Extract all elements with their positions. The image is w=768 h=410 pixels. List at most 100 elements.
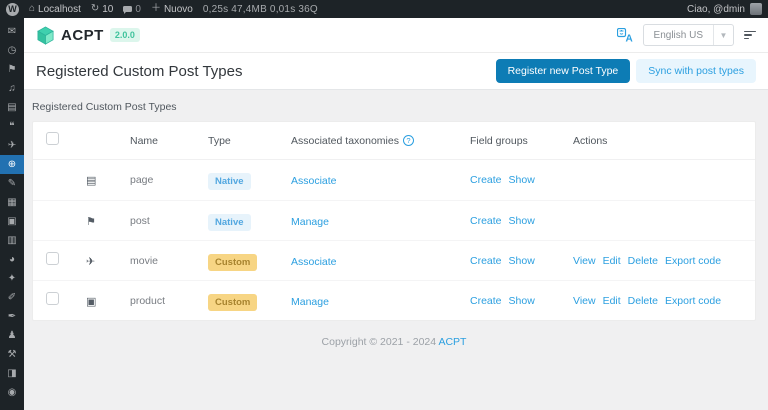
field-group-create-link[interactable]: Create <box>470 215 502 227</box>
wp-logo-menu[interactable]: W <box>6 2 19 16</box>
page-title: Registered Custom Post Types <box>36 62 243 80</box>
plus-icon: ＋ <box>150 3 161 14</box>
language-selected: English US <box>653 29 703 41</box>
plane-icon: ✈ <box>7 140 17 151</box>
comments-icon: ❝ <box>9 121 15 132</box>
site-name: Localhost <box>38 3 81 15</box>
sidebar-item-gallery[interactable]: ▣ <box>0 212 24 231</box>
product-icon: ▣ <box>86 295 97 308</box>
mail-icon: ✉ <box>7 26 17 37</box>
taxonomy-action-link[interactable]: Associate <box>291 175 337 187</box>
sidebar-item-plugins[interactable]: ▦ <box>0 193 24 212</box>
field-group-create-link[interactable]: Create <box>470 255 502 267</box>
action-edit-link[interactable]: Edit <box>603 255 621 267</box>
sidebar-item-bell[interactable]: ✦ <box>0 269 24 288</box>
row-checkbox[interactable] <box>46 251 59 265</box>
table-body: ▤ page Native Associate Create Show ⚑ post Nativ… <box>33 160 755 320</box>
taxonomy-action-link[interactable]: Associate <box>291 256 337 268</box>
post-type-name: page <box>130 174 154 186</box>
gallery-icon: ▣ <box>7 216 17 227</box>
site-link[interactable]: ⌂ Localhost <box>29 4 81 15</box>
taxonomy-action-link[interactable]: Manage <box>291 296 329 308</box>
type-badge: Native <box>208 213 251 231</box>
sidebar-item-grid[interactable]: ▥ <box>0 231 24 250</box>
sidebar-item-comments[interactable]: ❝ <box>0 117 24 136</box>
pie-chart-icon: ◕ <box>8 254 16 265</box>
field-group-show-link[interactable]: Show <box>509 174 535 186</box>
footer: Copyright © 2021 - 2024 ACPT <box>32 336 756 348</box>
post-types-table: Name Type Associated taxonomies ? Field … <box>32 121 756 321</box>
select-all-checkbox[interactable] <box>46 131 59 145</box>
copyright-text: Copyright © 2021 - 2024 <box>321 336 437 348</box>
sidebar-item-pen[interactable]: ✒ <box>0 307 24 326</box>
sidebar-item-plane[interactable]: ✈ <box>0 136 24 155</box>
field-group-create-link[interactable]: Create <box>470 295 502 307</box>
pages-icon: ▤ <box>86 175 97 187</box>
type-badge: Native <box>208 173 251 190</box>
sidebar-item-wrench[interactable]: ⚒ <box>0 345 24 364</box>
action-export-code-link[interactable]: Export code <box>665 295 721 307</box>
sidebar-item-posts-pin[interactable]: ⚑ <box>0 60 24 79</box>
user-icon: ♟ <box>7 330 17 341</box>
section-label: Registered Custom Post Types <box>32 101 177 113</box>
appearance-icon: ✎ <box>7 178 17 189</box>
register-new-post-type-button[interactable]: Register new Post Type <box>495 59 631 83</box>
row-checkbox[interactable] <box>46 291 59 305</box>
app-name: ACPT <box>61 26 104 44</box>
action-delete-link[interactable]: Delete <box>628 255 658 267</box>
taxonomy-action-link[interactable]: Manage <box>291 216 329 228</box>
field-group-show-link[interactable]: Show <box>509 215 535 227</box>
field-group-show-link[interactable]: Show <box>509 255 535 267</box>
sidebar-item-mail[interactable]: ✉ <box>0 22 24 41</box>
action-view-link[interactable]: View <box>573 255 596 267</box>
sidebar-item-pie-chart[interactable]: ◕ <box>0 250 24 269</box>
sidebar-item-acpt-menu[interactable]: ⊕ <box>0 155 24 174</box>
sidebar-item-dashboard[interactable]: ◷ <box>0 41 24 60</box>
menu-toggle-icon[interactable] <box>744 30 756 40</box>
account-greeting[interactable]: Ciao, @dmin <box>687 4 745 15</box>
pin-icon: ⚑ <box>86 215 96 228</box>
type-badge: Custom <box>208 253 258 271</box>
field-group-create-link[interactable]: Create <box>470 174 502 186</box>
media-icon: ♫ <box>8 83 16 94</box>
action-view-link[interactable]: View <box>573 295 596 307</box>
wordpress-logo-icon: W <box>6 2 19 16</box>
comments-link[interactable]: 0 <box>123 4 141 15</box>
action-export-code-link[interactable]: Export code <box>665 255 721 267</box>
sidebar-item-user[interactable]: ♟ <box>0 326 24 345</box>
avatar[interactable] <box>750 3 762 15</box>
new-content-link[interactable]: ＋ Nuovo <box>151 4 193 15</box>
language-select[interactable]: English US ▼ <box>642 24 734 46</box>
sidebar-item-appearance[interactable]: ✎ <box>0 174 24 193</box>
sidebar-item-video[interactable]: ◉ <box>0 383 24 402</box>
updates-link[interactable]: ↻ 10 <box>91 4 114 15</box>
acpt-logo[interactable]: ACPT 2.0.0 <box>36 26 140 45</box>
field-group-show-link[interactable]: Show <box>509 295 535 307</box>
sidebar-item-brush[interactable]: ✐ <box>0 288 24 307</box>
help-icon[interactable]: ? <box>402 135 414 146</box>
translate-icon[interactable]: A <box>616 28 633 42</box>
sync-with-post-types-button[interactable]: Sync with post types <box>636 59 756 83</box>
column-header-actions: Actions <box>573 134 608 147</box>
posts-pin-icon: ⚑ <box>7 64 17 75</box>
action-delete-link[interactable]: Delete <box>628 295 658 307</box>
video-icon: ◉ <box>7 387 17 398</box>
wrench-icon: ⚒ <box>7 349 17 360</box>
post-type-name: product <box>130 294 166 307</box>
comments-icon <box>123 6 133 14</box>
performance-stats: 0,25s 47,4MB 0,01s 36Q <box>202 3 318 15</box>
sidebar-item-pages[interactable]: ▤ <box>0 98 24 117</box>
sidebar-item-media[interactable]: ♫ <box>0 79 24 98</box>
acpt-footer-link[interactable]: ACPT <box>438 336 466 348</box>
column-header-field-groups: Field groups <box>470 134 528 147</box>
page-title-bar: Registered Custom Post Types Register ne… <box>24 53 768 90</box>
sidebar-item-box[interactable]: ◨ <box>0 364 24 383</box>
type-badge: Custom <box>208 293 258 311</box>
acpt-header: ACPT 2.0.0 A English US ▼ <box>24 18 768 53</box>
comments-count: 0 <box>135 3 141 15</box>
version-badge: 2.0.0 <box>109 28 140 42</box>
pen-icon: ✒ <box>7 311 17 322</box>
pages-icon: ▤ <box>7 102 17 113</box>
new-label: Nuovo <box>163 3 193 15</box>
action-edit-link[interactable]: Edit <box>603 295 621 307</box>
